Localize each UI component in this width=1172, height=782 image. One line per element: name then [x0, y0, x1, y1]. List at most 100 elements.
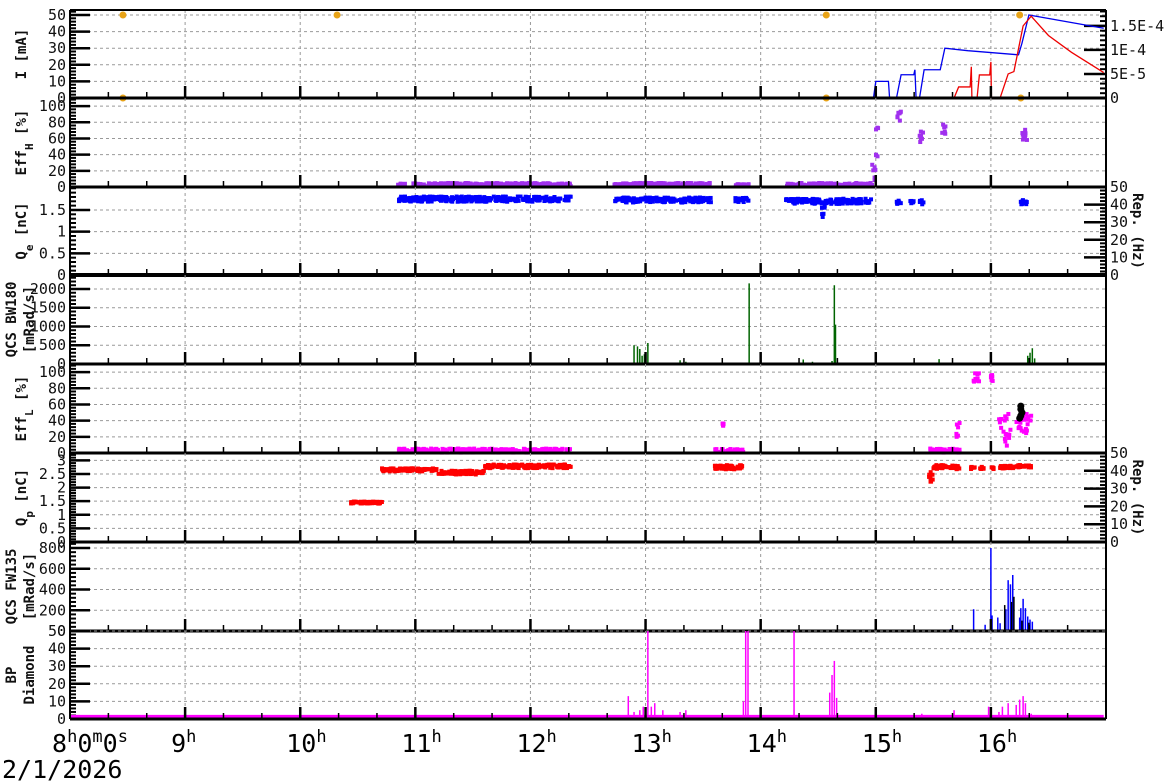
- data-point: [467, 469, 472, 474]
- y-tick-label: 80: [48, 113, 66, 131]
- x-tick-label-part: 0: [103, 729, 118, 758]
- series-qp: [349, 462, 1034, 506]
- y-axis-label: [mRad/s]: [22, 553, 38, 620]
- panel-qe: 00.511.501020304050Rep. (Hz)Qe [nC]: [14, 178, 1145, 284]
- data-point: [542, 463, 547, 468]
- multi-panel-chart: 0102030405005E-51E-41.5E-4I [mA]02040608…: [2, 6, 1164, 782]
- data-point: [947, 446, 952, 451]
- data-point: [395, 467, 400, 472]
- data-point: [999, 465, 1004, 470]
- data-point: [436, 181, 441, 186]
- y-axis-label-text: Q: [14, 251, 30, 259]
- data-point: [523, 463, 528, 468]
- data-point: [1004, 443, 1009, 448]
- data-point: [874, 153, 879, 158]
- data-point: [1001, 429, 1006, 434]
- panels: 0102030405005E-51E-41.5E-4I [mA]02040608…: [4, 6, 1164, 728]
- x-tick-label-part: 15: [862, 729, 892, 758]
- data-point: [708, 195, 713, 200]
- data-point: [788, 181, 793, 186]
- data-point: [909, 201, 914, 206]
- data-point: [454, 195, 459, 200]
- y-axis-label: EffL [%]: [14, 376, 36, 442]
- y-axis-label-unit: [%]: [14, 376, 30, 410]
- data-point: [672, 197, 677, 202]
- data-point: [847, 181, 852, 186]
- x-tick-label-part: h: [777, 727, 787, 747]
- data-point: [449, 199, 454, 204]
- y-tick-label: 30: [48, 657, 66, 675]
- data-point: [800, 199, 805, 204]
- series-line: [70, 14, 1104, 99]
- y-tick-label: 800: [39, 539, 66, 557]
- y-axis-label-unit: [nC]: [14, 202, 30, 244]
- data-point: [506, 465, 511, 470]
- data-point: [636, 198, 641, 203]
- data-point: [805, 199, 810, 204]
- x-tick-label-part: h: [316, 727, 326, 747]
- data-point: [1025, 422, 1030, 427]
- data-point: [485, 463, 490, 468]
- x-tick-label: 11h: [401, 727, 441, 758]
- data-point: [823, 181, 828, 186]
- data-point: [841, 197, 846, 202]
- x-tick-label: 16h: [977, 727, 1017, 758]
- data-point: [414, 195, 419, 200]
- y-axis-label-text: Diamond: [22, 645, 38, 704]
- data-point: [954, 431, 959, 436]
- data-point: [1006, 432, 1011, 437]
- y-axis-label-text: BP: [4, 667, 20, 684]
- data-point: [989, 377, 994, 382]
- data-point: [1024, 431, 1029, 436]
- y-axis-label-text: QCS BW180: [4, 282, 20, 358]
- x-tick-label-part: h: [186, 727, 196, 747]
- data-point: [548, 199, 553, 204]
- data-point: [364, 500, 369, 505]
- data-point: [474, 199, 479, 204]
- data-point: [411, 466, 416, 471]
- data-point: [515, 194, 520, 199]
- data-point: [482, 195, 487, 200]
- y-tick-label: 20: [48, 675, 66, 693]
- data-point: [613, 199, 618, 204]
- data-point: [897, 118, 902, 123]
- data-point: [1008, 427, 1013, 432]
- data-point: [651, 196, 656, 201]
- data-point: [544, 194, 549, 199]
- data-point: [531, 464, 536, 469]
- y-axis-label: BP: [4, 667, 20, 684]
- data-point: [975, 372, 980, 377]
- series-effh: [396, 109, 1029, 189]
- series-qe: [397, 194, 1029, 219]
- x-tick-label-part: 9: [171, 729, 186, 758]
- y-axis-label: I [mA]: [14, 29, 30, 80]
- panel-bp-diamond: 01020304050 BP Diamond: [4, 622, 1106, 728]
- x-tick-label: 13h: [632, 727, 672, 758]
- y-tick-label: 40: [48, 146, 66, 164]
- data-point: [568, 194, 573, 199]
- data-point: [490, 465, 495, 470]
- y-tick-label: 3: [57, 451, 66, 469]
- data-point: [1024, 137, 1029, 142]
- data-point: [377, 500, 382, 505]
- x-tick-label-part: h: [67, 727, 77, 747]
- data-point: [532, 197, 537, 202]
- y-tick-label: 0: [57, 710, 66, 728]
- panel-qp: 00.511.522.5301020304050Rep. (Hz)Qp [nC]: [14, 444, 1145, 551]
- right-axis-label: Rep. (Hz): [1129, 193, 1145, 269]
- data-point: [942, 129, 947, 134]
- y-axis-label: QCS FW135: [4, 549, 20, 625]
- y-tick-label: 60: [48, 129, 66, 147]
- right-tick-label: 1.5E-4: [1110, 17, 1164, 35]
- x-tick-label-part: h: [1007, 727, 1017, 747]
- y-tick-label: 0.5: [39, 244, 66, 262]
- y-axis-label: Qp [nC]: [14, 469, 36, 526]
- x-tick-label-part: s: [118, 727, 128, 747]
- data-point: [929, 479, 934, 484]
- data-point: [1007, 435, 1012, 440]
- right-tick-label: 10: [1110, 515, 1128, 533]
- data-point: [740, 197, 745, 202]
- y-tick-label: 600: [39, 560, 66, 578]
- data-point: [445, 470, 450, 475]
- y-axis-label-text: I [mA]: [14, 29, 30, 80]
